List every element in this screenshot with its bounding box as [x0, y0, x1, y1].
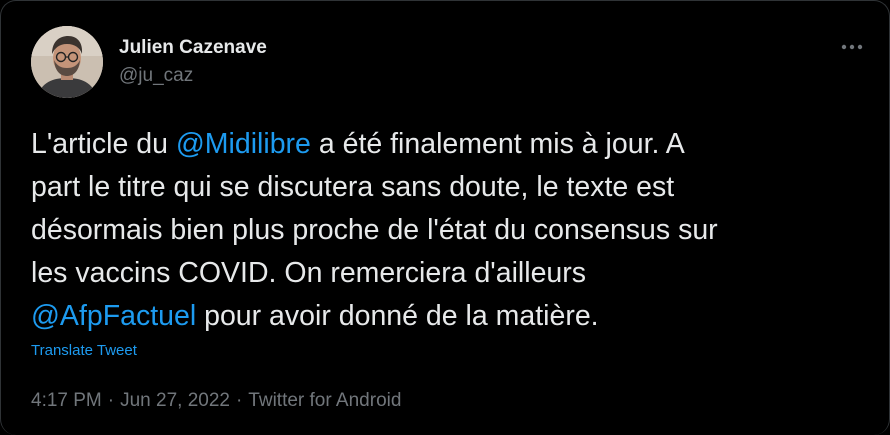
separator-dot: · [235, 390, 243, 411]
author-handle[interactable]: @ju_caz [119, 65, 193, 87]
tweet-client[interactable]: Twitter for Android [248, 390, 401, 411]
tweet-card: Julien Cazenave @ju_caz L'article du @Mi… [0, 0, 890, 435]
tweet-text-segment: a été finalement mis à jour. A [310, 128, 685, 160]
tweet-date[interactable]: Jun 27, 2022 [120, 390, 230, 411]
tweet-text-segment: pour avoir donné de la matière. [196, 300, 599, 332]
profile-photo-icon [31, 26, 103, 98]
tweet-metadata: 4:17 PM · Jun 27, 2022 · Twitter for Android [31, 390, 401, 412]
tweet-text-segment: L'article du [31, 128, 176, 160]
more-options-button[interactable] [837, 37, 867, 57]
tweet-text-line: les vaccins COVID. On remerciera d'aille… [31, 252, 881, 295]
tweet-text-segment: part le titre qui se discutera sans dout… [31, 171, 675, 203]
mention-link-midilibre[interactable]: @Midilibre [176, 128, 311, 160]
author-display-name[interactable]: Julien Cazenave [119, 37, 267, 59]
tweet-text-line: L'article du @Midilibre a été finalement… [31, 123, 881, 166]
mention-link-afpfactuel[interactable]: @AfpFactuel [31, 300, 196, 332]
tweet-text-line: part le titre qui se discutera sans dout… [31, 166, 881, 209]
tweet-text-line: @AfpFactuel pour avoir donné de la matiè… [31, 295, 881, 338]
tweet-text-segment: désormais bien plus proche de l'état du … [31, 214, 718, 246]
separator-dot: · [107, 390, 115, 411]
more-horizontal-icon [841, 44, 863, 50]
tweet-text-segment: les vaccins COVID. On remerciera d'aille… [31, 257, 587, 289]
translate-tweet-link[interactable]: Translate Tweet [31, 342, 137, 359]
tweet-text: L'article du @Midilibre a été finalement… [31, 123, 881, 338]
tweet-text-line: désormais bien plus proche de l'état du … [31, 209, 881, 252]
avatar[interactable] [31, 26, 103, 98]
tweet-time[interactable]: 4:17 PM [31, 390, 102, 411]
